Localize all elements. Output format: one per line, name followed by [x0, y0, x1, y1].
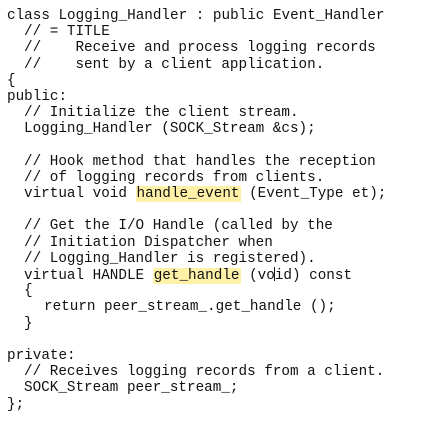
code-line: // Get the I/O Handle (called by the: [24, 218, 333, 235]
code-token: id) const: [274, 268, 353, 284]
code-token: (vo: [240, 268, 275, 284]
code-line: };: [7, 396, 25, 413]
code-line: // = TITLE: [24, 24, 110, 41]
code-line: // Logging_Handler is registered).: [24, 250, 316, 267]
code-line: {: [24, 283, 33, 300]
code-line: // sent by a client application.: [24, 56, 325, 73]
code-line: SOCK_Stream peer_stream_;: [24, 380, 239, 397]
code-line: public:: [7, 88, 68, 105]
highlighted-identifier[interactable]: handle_event: [135, 186, 241, 203]
code-token: virtual HANDLE: [24, 268, 153, 284]
code-line: // Receive and process logging records: [24, 40, 376, 57]
code-line: // Initialize the client stream.: [24, 105, 299, 122]
code-line: // Initiation Dispatcher when: [24, 234, 273, 251]
code-line: }: [24, 315, 33, 332]
code-line: {: [7, 72, 16, 89]
code-token: (Event_Type et);: [240, 186, 387, 203]
code-line: Logging_Handler (SOCK_Stream &cs);: [24, 121, 316, 138]
code-line: // Receives logging records from a clien…: [24, 364, 385, 381]
code-line: private:: [7, 347, 76, 364]
code-line: class Logging_Handler : public Event_Han…: [7, 8, 385, 24]
code-line: virtual void handle_event (Event_Type et…: [0, 186, 433, 203]
code-line: // Hook method that handles the receptio…: [24, 153, 376, 170]
code-token: virtual void: [24, 186, 136, 203]
code-line: // of logging records from clients.: [24, 169, 325, 186]
code-line: return peer_stream_.get_handle ();: [44, 299, 336, 316]
highlighted-identifier[interactable]: get_handle: [152, 268, 241, 284]
code-line: virtual HANDLE get_handle (void) const: [0, 267, 433, 284]
code-editor[interactable]: class Logging_Handler : public Event_Han…: [0, 0, 433, 428]
